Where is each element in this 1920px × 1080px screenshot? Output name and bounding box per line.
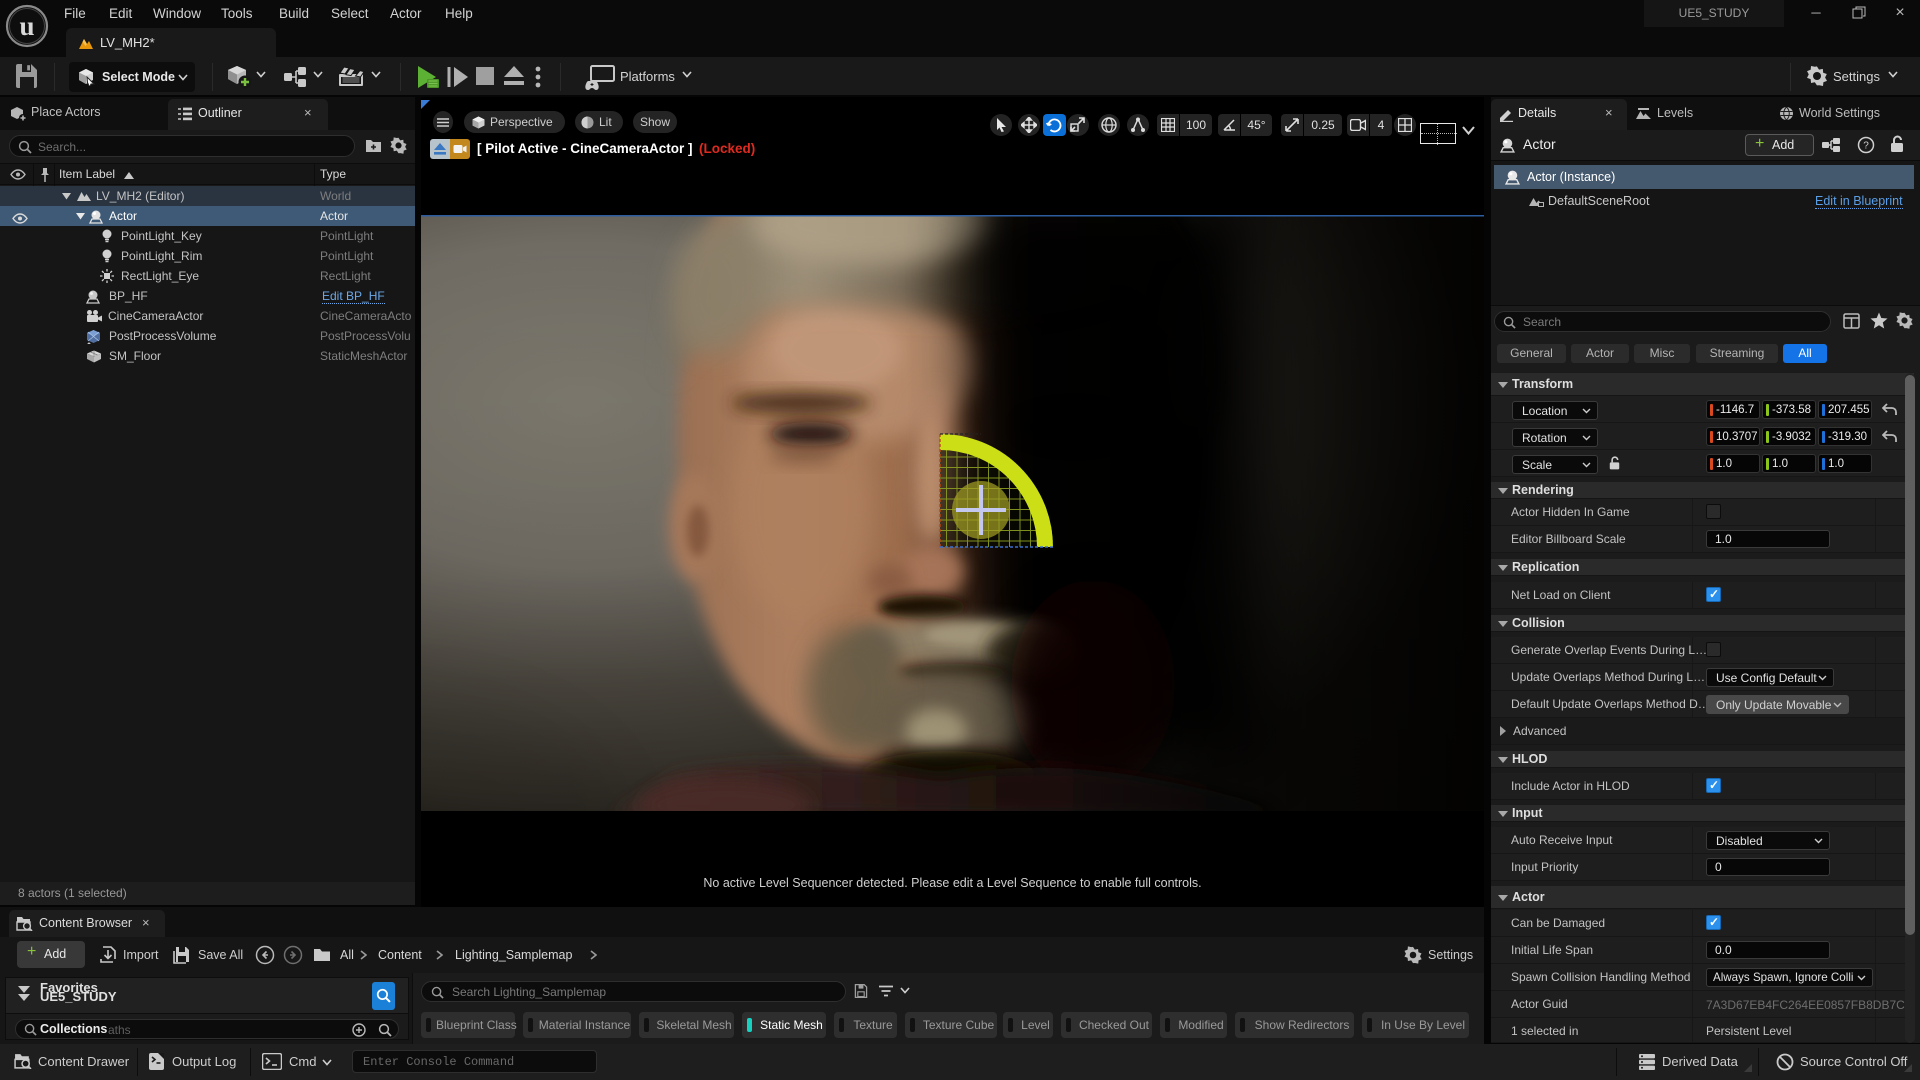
svg-text:u: u [19,11,34,41]
